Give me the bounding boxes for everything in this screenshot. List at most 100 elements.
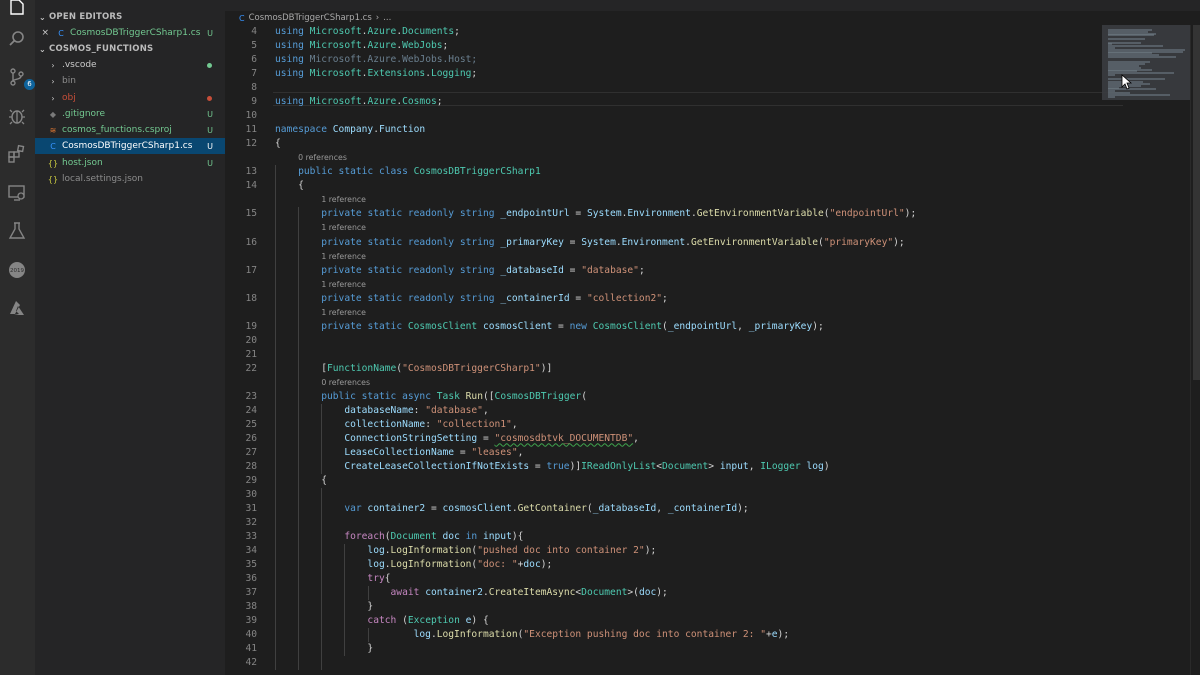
code-line: 37 await container2.CreateItemAsync<Docu… bbox=[225, 586, 1190, 600]
code-line: 22 [FunctionName("CosmosDBTriggerCSharp1… bbox=[225, 362, 1190, 376]
code-text: log.LogInformation("Exception pushing do… bbox=[413, 629, 790, 641]
line-number: 38 bbox=[245, 601, 257, 613]
code-line: 28 CreateLeaseCollectionIfNotExists = tr… bbox=[225, 460, 1190, 474]
code-text: public static async Task Run([CosmosDBTr… bbox=[321, 391, 587, 403]
indent-guide bbox=[275, 165, 276, 671]
code-text: catch (Exception e) { bbox=[367, 615, 489, 627]
indent-guide bbox=[344, 544, 346, 657]
code-line: 13 public static class CosmosDBTriggerCS… bbox=[225, 165, 1190, 179]
code-text: try{ bbox=[367, 573, 391, 585]
code-line: 38 } bbox=[225, 600, 1190, 614]
azure-icon[interactable] bbox=[6, 297, 28, 319]
tree-item-vscode[interactable]: › .vscode bbox=[35, 57, 225, 73]
code-line: 29 { bbox=[225, 474, 1190, 488]
tree-item-label: local.settings.json bbox=[62, 174, 143, 184]
debug-icon[interactable] bbox=[6, 105, 28, 127]
line-number: 11 bbox=[245, 124, 257, 135]
code-line: 31 var container2 = cosmosClient.GetCont… bbox=[225, 502, 1190, 516]
code-text: using Microsoft.Extensions.Logging; bbox=[275, 68, 478, 79]
svg-text:2019: 2019 bbox=[10, 268, 24, 274]
tree-item-gitignore[interactable]: ◆ .gitignore U bbox=[35, 106, 225, 122]
line-number: 23 bbox=[245, 391, 257, 403]
docker-icon[interactable]: 2019 bbox=[6, 259, 28, 281]
line-number: 12 bbox=[245, 138, 257, 149]
tree-item-local-settings[interactable]: {} local.settings.json bbox=[35, 171, 225, 187]
code-line: 42 bbox=[225, 656, 1190, 670]
close-icon[interactable]: × bbox=[35, 28, 49, 38]
code-text: LeaseCollectionName = "leases", bbox=[344, 447, 524, 459]
code-line: 35 log.LogInformation("doc: "+doc); bbox=[225, 558, 1190, 572]
code-line: 25 collectionName: "collection1", bbox=[225, 418, 1190, 432]
code-line: 30 bbox=[225, 488, 1190, 502]
remote-explorer-icon[interactable] bbox=[6, 182, 28, 204]
chevron-right-icon: › bbox=[51, 93, 55, 103]
code-line: 27 LeaseCollectionName = "leases", bbox=[225, 446, 1190, 460]
source-control-badge: 6 bbox=[24, 79, 35, 90]
json-file-icon: {} bbox=[47, 158, 59, 168]
code-line: 10 bbox=[225, 109, 1190, 123]
tree-item-bin[interactable]: › bin bbox=[35, 73, 225, 89]
csharp-file-icon: C bbox=[50, 141, 56, 151]
code-editor[interactable]: 4 using Microsoft.Azure.Documents; 5 using … bbox=[225, 25, 1190, 675]
code-text: using Microsoft.Azure.WebJobs; bbox=[275, 40, 449, 51]
line-number: 19 bbox=[245, 321, 257, 333]
csharp-file-icon: C bbox=[58, 28, 64, 38]
code-text: } bbox=[275, 643, 374, 655]
extensions-icon[interactable] bbox=[6, 143, 28, 165]
line-number: 18 bbox=[245, 293, 257, 304]
breadcrumb-more[interactable]: ... bbox=[383, 13, 391, 23]
code-line: 33 foreach(Document doc in input){ bbox=[225, 530, 1190, 544]
indent-guide bbox=[298, 207, 300, 671]
codelens-references[interactable]: 1 reference bbox=[321, 222, 366, 234]
line-number: 41 bbox=[245, 643, 257, 655]
breadcrumb-file[interactable]: CosmosDBTriggerCSharp1.cs bbox=[249, 13, 372, 23]
line-number: 7 bbox=[251, 68, 257, 79]
tree-item-label: .vscode bbox=[62, 60, 97, 70]
code-line: 14 { bbox=[225, 179, 1190, 193]
codelens-references[interactable]: 1 reference bbox=[321, 279, 366, 291]
code-text: private static readonly string _endpoint… bbox=[321, 208, 917, 220]
scrollbar-thumb[interactable] bbox=[1193, 25, 1200, 380]
open-editors-header[interactable]: ⌄ OPEN EDITORS bbox=[35, 9, 225, 25]
tree-item-label: .gitignore bbox=[62, 109, 106, 119]
codelens-references[interactable]: 1 reference bbox=[321, 251, 366, 263]
line-number: 39 bbox=[245, 615, 257, 627]
code-text: await container2.CreateItemAsync<Documen… bbox=[390, 587, 668, 599]
code-line: 26 ConnectionStringSetting = "cosmosdbtv… bbox=[225, 432, 1190, 446]
git-status-badge: U bbox=[207, 158, 213, 168]
codelens-references[interactable]: 0 references bbox=[298, 152, 347, 164]
explorer-sidebar: ⌄ OPEN EDITORS × C CosmosDBTriggerCSharp… bbox=[35, 0, 225, 675]
line-number: 22 bbox=[245, 363, 257, 375]
git-status-badge: U bbox=[207, 141, 213, 151]
code-line: 20 bbox=[225, 334, 1190, 348]
tree-item-cs-file[interactable]: C CosmosDBTriggerCSharp1.cs U bbox=[35, 138, 225, 154]
search-icon[interactable] bbox=[6, 28, 28, 50]
code-line: 36 try{ bbox=[225, 572, 1190, 586]
source-control-icon[interactable]: 6 bbox=[6, 66, 35, 90]
open-editor-item[interactable]: × C CosmosDBTriggerCSharp1.cs U bbox=[35, 25, 225, 41]
line-number: 20 bbox=[245, 335, 257, 347]
gitignore-file-icon: ◆ bbox=[49, 109, 57, 119]
code-line: 39 catch (Exception e) { bbox=[225, 614, 1190, 628]
line-number: 40 bbox=[245, 629, 257, 641]
line-number: 35 bbox=[245, 559, 257, 571]
indent-guide bbox=[321, 404, 323, 475]
codelens-references[interactable]: 1 reference bbox=[321, 194, 366, 206]
code-line: 34 log.LogInformation("pushed doc into c… bbox=[225, 544, 1190, 558]
folder-header[interactable]: ⌄ COSMOS_FUNCTIONS bbox=[35, 41, 225, 57]
vertical-scrollbar[interactable] bbox=[1190, 25, 1200, 675]
minimap[interactable] bbox=[1102, 25, 1190, 100]
code-line: 15 private static readonly string _endpo… bbox=[225, 207, 1190, 221]
indent-guide bbox=[321, 488, 323, 671]
tree-item-obj[interactable]: › obj bbox=[35, 90, 225, 106]
codelens-references[interactable]: 0 references bbox=[321, 377, 370, 389]
chevron-down-icon: ⌄ bbox=[39, 44, 46, 54]
tree-item-host-json[interactable]: {} host.json U bbox=[35, 155, 225, 171]
tree-item-csproj[interactable]: ≋ cosmos_functions.csproj U bbox=[35, 122, 225, 138]
tree-item-label: obj bbox=[62, 93, 76, 103]
line-number: 6 bbox=[251, 54, 257, 65]
codelens-references[interactable]: 1 reference bbox=[321, 307, 366, 319]
explorer-icon[interactable] bbox=[6, 0, 28, 18]
testing-icon[interactable] bbox=[6, 220, 28, 242]
line-number: 31 bbox=[245, 503, 257, 515]
